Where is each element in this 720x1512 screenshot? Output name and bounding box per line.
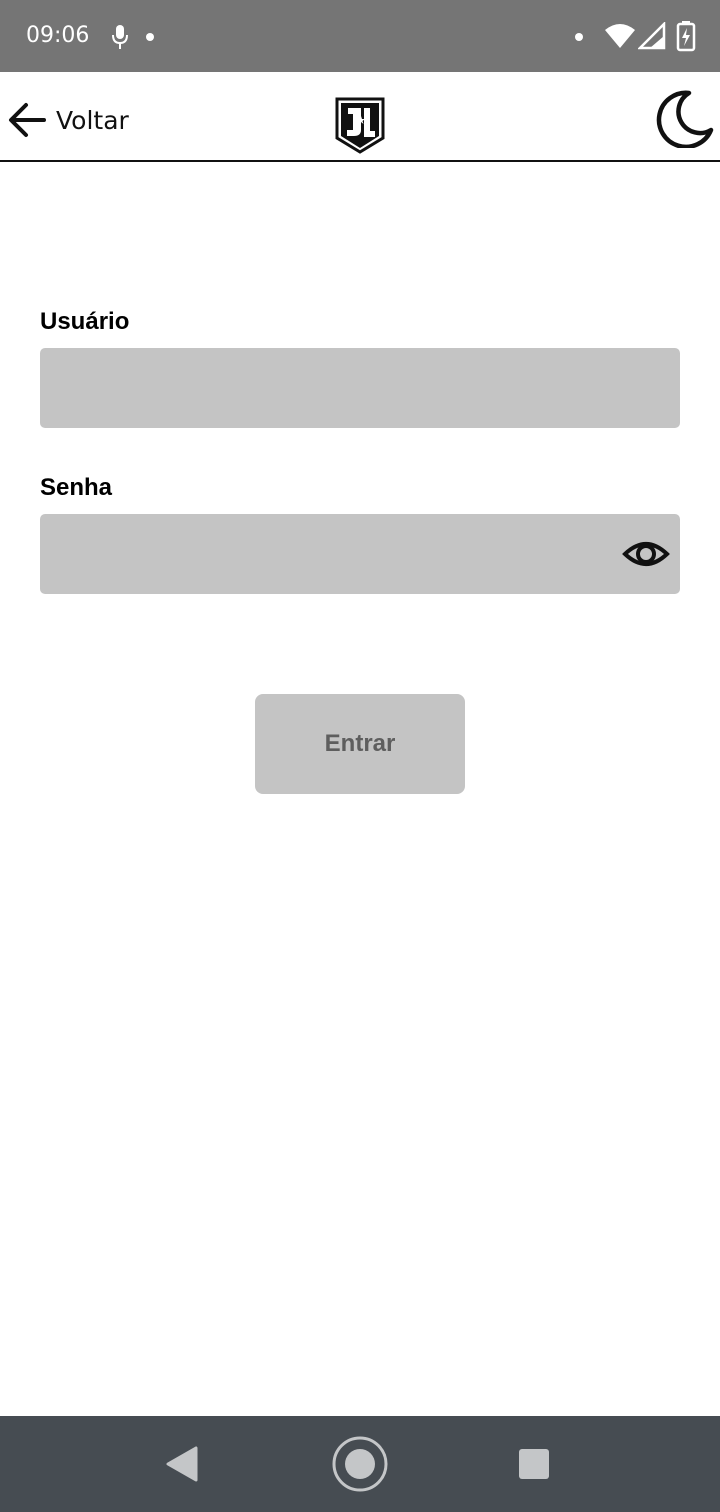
password-field [40,514,680,594]
back-label: Voltar [56,105,129,135]
status-bar: 09:06 [0,0,720,72]
login-screen: 09:06 Voltar Usuário Senha Entrar [0,0,720,1512]
arrow-left-icon [9,103,46,137]
password-input[interactable] [40,514,680,594]
app-header: Voltar [0,72,720,162]
username-input[interactable] [40,348,680,428]
dot-icon [146,33,154,41]
battery-charging-icon [676,21,696,52]
password-label: Senha [40,474,113,501]
username-field [40,348,680,428]
login-button[interactable]: Entrar [255,694,465,794]
wifi-icon [605,24,635,48]
back-triangle-icon[interactable] [164,1445,200,1483]
back-button[interactable]: Voltar [6,90,156,150]
username-label: Usuário [40,308,130,335]
eye-icon[interactable] [622,532,670,576]
moon-icon[interactable] [656,90,714,148]
signal-icon [638,22,666,50]
justice-league-logo [335,97,385,154]
dot-icon [575,33,583,41]
recents-square-icon[interactable] [518,1448,550,1480]
home-circle-icon[interactable] [330,1434,390,1494]
status-time: 09:06 [26,23,90,48]
microphone-icon [112,25,128,49]
navigation-bar [0,1416,720,1512]
